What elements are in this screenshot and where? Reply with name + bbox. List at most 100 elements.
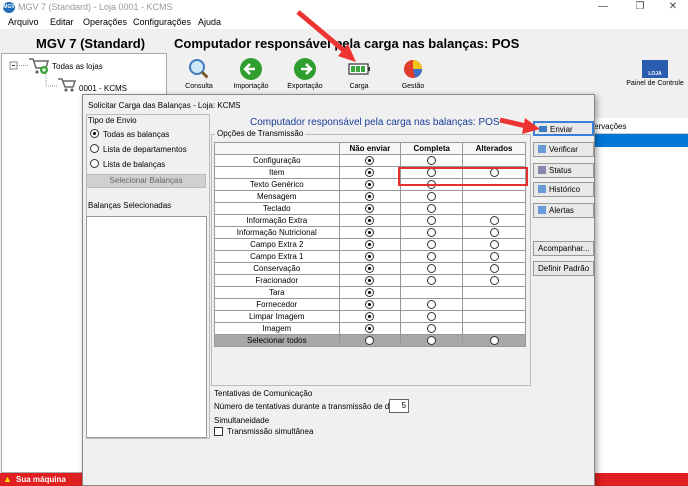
set-default-button[interactable]: Definir Padrão [533, 261, 594, 276]
grid-cell-full[interactable] [400, 298, 464, 311]
grid-row: Limpar Imagem [214, 310, 526, 323]
menu-editar[interactable]: Editar [50, 17, 74, 27]
radio-icon [427, 227, 437, 237]
grid-cell-full[interactable] [400, 310, 464, 323]
grid-row: Teclado [214, 202, 526, 215]
select-all-changed[interactable] [462, 334, 526, 347]
grid-cell-full[interactable] [400, 226, 464, 239]
select-all-no-send[interactable] [338, 334, 402, 347]
history-label: Histórico [549, 185, 581, 194]
alerts-button[interactable]: Alertas [533, 203, 594, 218]
grid-cell-no-send[interactable] [338, 190, 402, 203]
radio-icon [489, 335, 499, 345]
grid-cell-no-send[interactable] [338, 322, 402, 335]
radio-icon [489, 263, 499, 273]
grid-cell-no-send[interactable] [338, 154, 402, 167]
radio-icon [365, 167, 375, 177]
carga-label: Carga [349, 83, 369, 90]
grid-cell-no-send[interactable] [338, 178, 402, 191]
exportacao-button[interactable]: Exportação [280, 57, 330, 90]
grid-row-label: Campo Extra 1 [214, 250, 340, 263]
grid-cell-changed [462, 154, 526, 167]
radio-scale-list[interactable]: Lista de balanças [90, 159, 165, 169]
grid-row-label: Informação Nutricional [214, 226, 340, 239]
tree-item-store[interactable]: 0001 - KCMS [79, 84, 127, 93]
alerts-label: Alertas [549, 206, 574, 215]
grid-row: Imagem [214, 322, 526, 335]
grid-cell-changed[interactable] [462, 238, 526, 251]
importacao-button[interactable]: Importação [226, 57, 276, 90]
grid-cell-changed [462, 286, 526, 299]
grid-cell-no-send[interactable] [338, 250, 402, 263]
menu-arquivo[interactable]: Arquivo [8, 17, 39, 27]
grid-cell-no-send[interactable] [338, 238, 402, 251]
grid-row: Informação Nutricional [214, 226, 526, 239]
cart-icon [29, 58, 49, 74]
grid-cell-no-send[interactable] [338, 310, 402, 323]
grid-cell-no-send[interactable] [338, 274, 402, 287]
grid-cell-changed[interactable] [462, 274, 526, 287]
grid-cell-full[interactable] [400, 202, 464, 215]
radio-icon [427, 251, 437, 261]
radio-icon [365, 311, 375, 321]
maximize-icon[interactable]: ❐ [623, 0, 657, 15]
close-icon[interactable]: ✕ [656, 0, 688, 15]
grid-cell-full[interactable] [400, 238, 464, 251]
tree-item-all-stores[interactable]: Todas as lojas [52, 62, 103, 71]
grid-cell-no-send[interactable] [338, 262, 402, 275]
grid-cell-full[interactable] [400, 262, 464, 275]
selected-scales-list[interactable] [86, 216, 207, 438]
status-button[interactable]: Status [533, 163, 594, 178]
grid-cell-full[interactable] [400, 214, 464, 227]
follow-button[interactable]: Acompanhar... [533, 241, 594, 256]
radio-icon [365, 203, 375, 213]
send-button[interactable]: Enviar [533, 121, 594, 136]
grid-cell-full[interactable] [400, 274, 464, 287]
tries-input[interactable]: 5 [389, 399, 409, 413]
grid-row-label: Mensagem [214, 190, 340, 203]
grid-cell-no-send[interactable] [338, 286, 402, 299]
grid-cell-changed[interactable] [462, 214, 526, 227]
menu-configuracoes[interactable]: Configurações [133, 17, 191, 27]
consulta-label: Consulta [185, 83, 213, 90]
radio-all-scales[interactable]: Todas as balanças [90, 129, 169, 139]
radio-icon [365, 251, 375, 261]
carga-button[interactable]: Carga [334, 57, 384, 90]
grid-cell-changed[interactable] [462, 250, 526, 263]
grid-cell-no-send[interactable] [338, 298, 402, 311]
page-title: Computador responsável pela carga nas ba… [174, 36, 520, 51]
radio-label: Todas as balanças [103, 130, 170, 139]
radio-icon [365, 191, 375, 201]
select-all-label: Selecionar todos [214, 334, 340, 347]
grid-cell-changed[interactable] [462, 226, 526, 239]
simultaneous-checkbox[interactable] [214, 427, 223, 436]
grid-row: Fracionador [214, 274, 526, 287]
grid-row: Fornecedor [214, 298, 526, 311]
grid-row-label: Texto Genérico [214, 178, 340, 191]
grid-cell-full[interactable] [400, 322, 464, 335]
grid-cell-no-send[interactable] [338, 214, 402, 227]
select-all-full[interactable] [400, 334, 464, 347]
painel-controle-button[interactable]: LOJA Painel de Controle [625, 60, 685, 87]
grid-cell-full[interactable] [400, 154, 464, 167]
radio-icon [365, 239, 375, 249]
radio-departments[interactable]: Lista de departamentos [90, 144, 187, 154]
select-scales-button[interactable]: Selecionar Balanças [86, 174, 206, 188]
radio-icon [365, 299, 375, 309]
grid-cell-full[interactable] [400, 190, 464, 203]
grid-cell-changed[interactable] [462, 262, 526, 275]
grid-row-label: Fornecedor [214, 298, 340, 311]
radio-icon [365, 179, 375, 189]
consulta-button[interactable]: Consulta [174, 57, 224, 90]
menu-ajuda[interactable]: Ajuda [198, 17, 221, 27]
grid-cell-no-send[interactable] [338, 166, 402, 179]
verify-button[interactable]: Verificar [533, 142, 594, 157]
selected-scales-label: Balanças Selecionadas [88, 201, 172, 210]
history-button[interactable]: Histórico [533, 182, 594, 197]
minimize-icon[interactable]: — [586, 0, 620, 15]
gestao-button[interactable]: Gestão [388, 57, 438, 90]
menu-operacoes[interactable]: Operações [83, 17, 127, 27]
grid-cell-no-send[interactable] [338, 226, 402, 239]
grid-cell-full[interactable] [400, 250, 464, 263]
grid-cell-no-send[interactable] [338, 202, 402, 215]
